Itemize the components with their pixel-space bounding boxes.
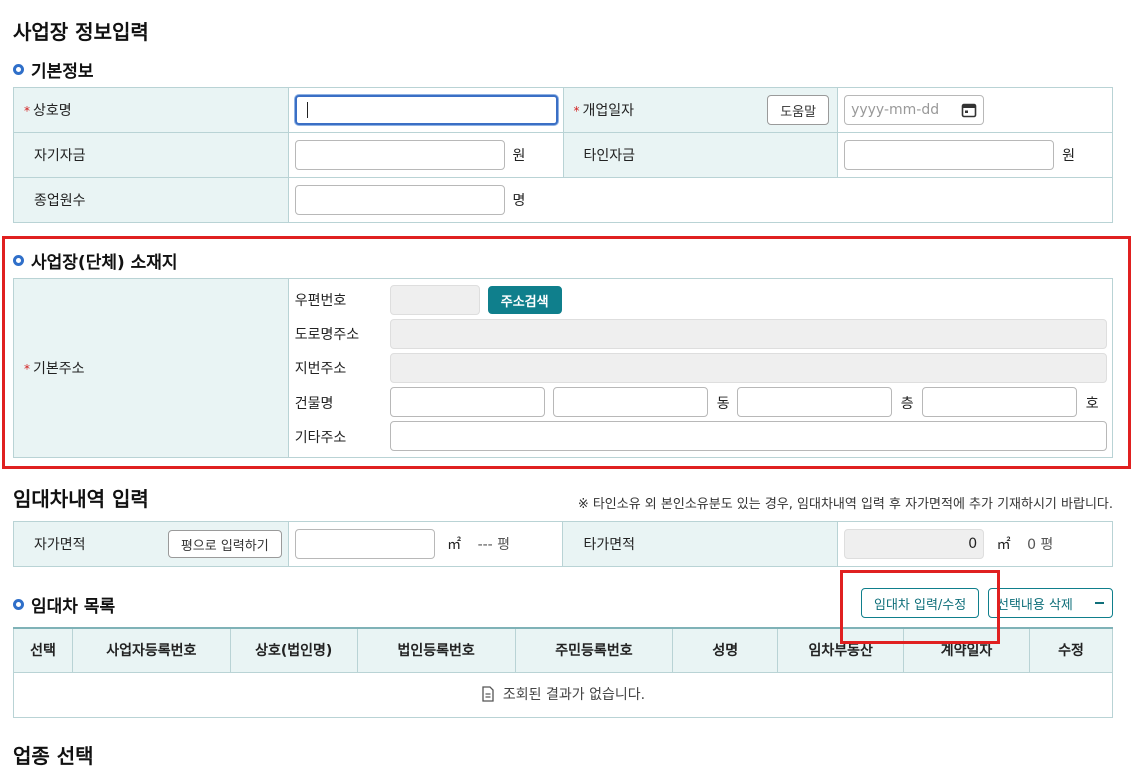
lease-input-title: 임대차내역 입력 [13, 487, 149, 511]
sqm-unit: ㎡ [447, 537, 462, 553]
employees-input[interactable] [294, 185, 505, 215]
trade-name-label-cell: * 상호명 [13, 87, 289, 133]
dong-input[interactable] [552, 387, 708, 417]
won-unit: 원 [512, 148, 526, 164]
sqm-unit: ㎡ [996, 537, 1011, 553]
basic-info-table: * 상호명 * 개업일자 도움말 yyyy-mm-dd 자기자금 원 타인자금 원 … [13, 87, 1114, 223]
opening-date-label: 개업일자 [582, 103, 635, 119]
location-title: 사업장(단체) 소재지 [31, 253, 178, 273]
dong-unit: 동 [716, 396, 730, 412]
basic-info-heading: 기본정보 [13, 57, 94, 82]
other-capital-input[interactable] [844, 140, 1055, 170]
column-header: 사업자등록번호 [71, 627, 231, 673]
highlight-box-edit-button [840, 570, 1000, 644]
bullet-icon [13, 599, 24, 610]
own-area-label-cell: 자가면적 평으로 입력하기 [13, 521, 289, 567]
basic-info-title: 기본정보 [31, 62, 94, 82]
empty-row: 조회된 결과가 없습니다. [13, 671, 1113, 718]
own-capital-input[interactable] [294, 140, 505, 170]
delete-selected-label: 선택내용 삭제 [997, 597, 1073, 613]
bullet-icon [13, 255, 24, 266]
ho-input[interactable] [921, 387, 1077, 417]
opening-date-label-cell: * 개업일자 도움말 [562, 87, 839, 133]
required-icon: * [24, 104, 30, 118]
column-header: 선택 [13, 627, 73, 673]
page-title: 사업장 정보입력 [13, 20, 149, 44]
lease-list-title: 임대차 목록 [31, 597, 116, 617]
other-address-input[interactable] [389, 421, 1107, 451]
floor-input[interactable] [736, 387, 892, 417]
help-button[interactable]: 도움말 [767, 95, 830, 125]
document-icon [482, 685, 494, 702]
lease-area-table: 자가면적 평으로 입력하기 ㎡ --- 평 타가면적 0 ㎡ 0 평 [13, 521, 1113, 567]
other-pyeong-value: 0 평 [1027, 537, 1054, 553]
opening-date-input[interactable]: yyyy-mm-dd [844, 95, 985, 125]
own-capital-cell: 원 [287, 132, 564, 178]
postcode-label: 우편번호 [294, 293, 347, 309]
base-address-label: 기본주소 [33, 361, 85, 377]
own-area-input[interactable] [294, 529, 435, 559]
industry-title: 업종 선택 [13, 744, 94, 768]
won-unit: 원 [1062, 148, 1075, 164]
trade-name-cell [287, 87, 564, 133]
location-heading: 사업장(단체) 소재지 [13, 248, 178, 273]
lot-address-label: 지번주소 [294, 361, 347, 377]
trade-name-input[interactable] [294, 95, 558, 125]
building-input[interactable] [389, 387, 545, 417]
required-icon: * [24, 362, 30, 376]
date-placeholder: yyyy-mm-dd [851, 102, 940, 118]
minus-icon [1095, 602, 1104, 604]
column-header: 주민등록번호 [514, 627, 674, 673]
lease-note: ※ 타인소유 외 본인소유분도 있는 경우, 임대차내역 입력 후 자가면적에 … [577, 497, 1113, 512]
other-area-input[interactable]: 0 [844, 529, 985, 559]
base-address-label-cell: * 기본주소 [13, 278, 289, 458]
empty-message-cell: 조회된 결과가 없습니다. [13, 671, 1113, 718]
column-header: 수정 [1029, 627, 1113, 673]
employees-cell: 명 [287, 177, 1114, 223]
pyeong-input-button[interactable]: 평으로 입력하기 [167, 530, 282, 558]
other-capital-cell: 원 [837, 132, 1113, 178]
location-table: * 기본주소 우편번호 주소검색 도로명주소 지번주소 건물명 동 층 호 기타주… [13, 278, 1114, 458]
own-capital-label: 자기자금 [13, 132, 289, 178]
text-cursor [306, 102, 308, 118]
person-unit: 명 [512, 193, 526, 209]
column-header: 상호(법인명) [229, 627, 358, 673]
own-area-cell: ㎡ --- 평 [287, 521, 564, 567]
column-header: 법인등록번호 [356, 627, 516, 673]
lot-address-input[interactable] [389, 353, 1107, 383]
own-area-label: 자가면적 [34, 537, 86, 553]
trade-name-label: 상호명 [33, 103, 72, 119]
required-icon: * [573, 104, 580, 118]
own-pyeong-value: --- 평 [477, 537, 511, 553]
delete-selected-button[interactable]: 선택내용 삭제 [988, 588, 1113, 618]
ho-unit: 호 [1085, 396, 1099, 412]
bullet-icon [13, 64, 24, 75]
building-label: 건물명 [294, 396, 334, 412]
address-search-button[interactable]: 주소검색 [487, 286, 562, 314]
other-capital-label: 타인자금 [562, 132, 839, 178]
base-address-fields: 우편번호 주소검색 도로명주소 지번주소 건물명 동 층 호 기타주소 [287, 278, 1114, 458]
other-area-label: 타가면적 [562, 521, 839, 567]
lease-list-heading: 임대차 목록 [13, 592, 115, 617]
road-address-label: 도로명주소 [294, 327, 360, 343]
calendar-icon[interactable] [961, 102, 977, 118]
other-area-value: 0 [968, 536, 978, 552]
employees-label: 종업원수 [13, 177, 289, 223]
other-area-cell: 0 ㎡ 0 평 [837, 521, 1113, 567]
column-header: 성명 [672, 627, 779, 673]
postcode-input[interactable] [389, 285, 480, 315]
floor-unit: 층 [900, 396, 914, 412]
road-address-input[interactable] [389, 319, 1107, 349]
other-address-label: 기타주소 [294, 430, 347, 446]
empty-message: 조회된 결과가 없습니다. [502, 686, 646, 703]
opening-date-cell: yyyy-mm-dd [837, 87, 1113, 133]
